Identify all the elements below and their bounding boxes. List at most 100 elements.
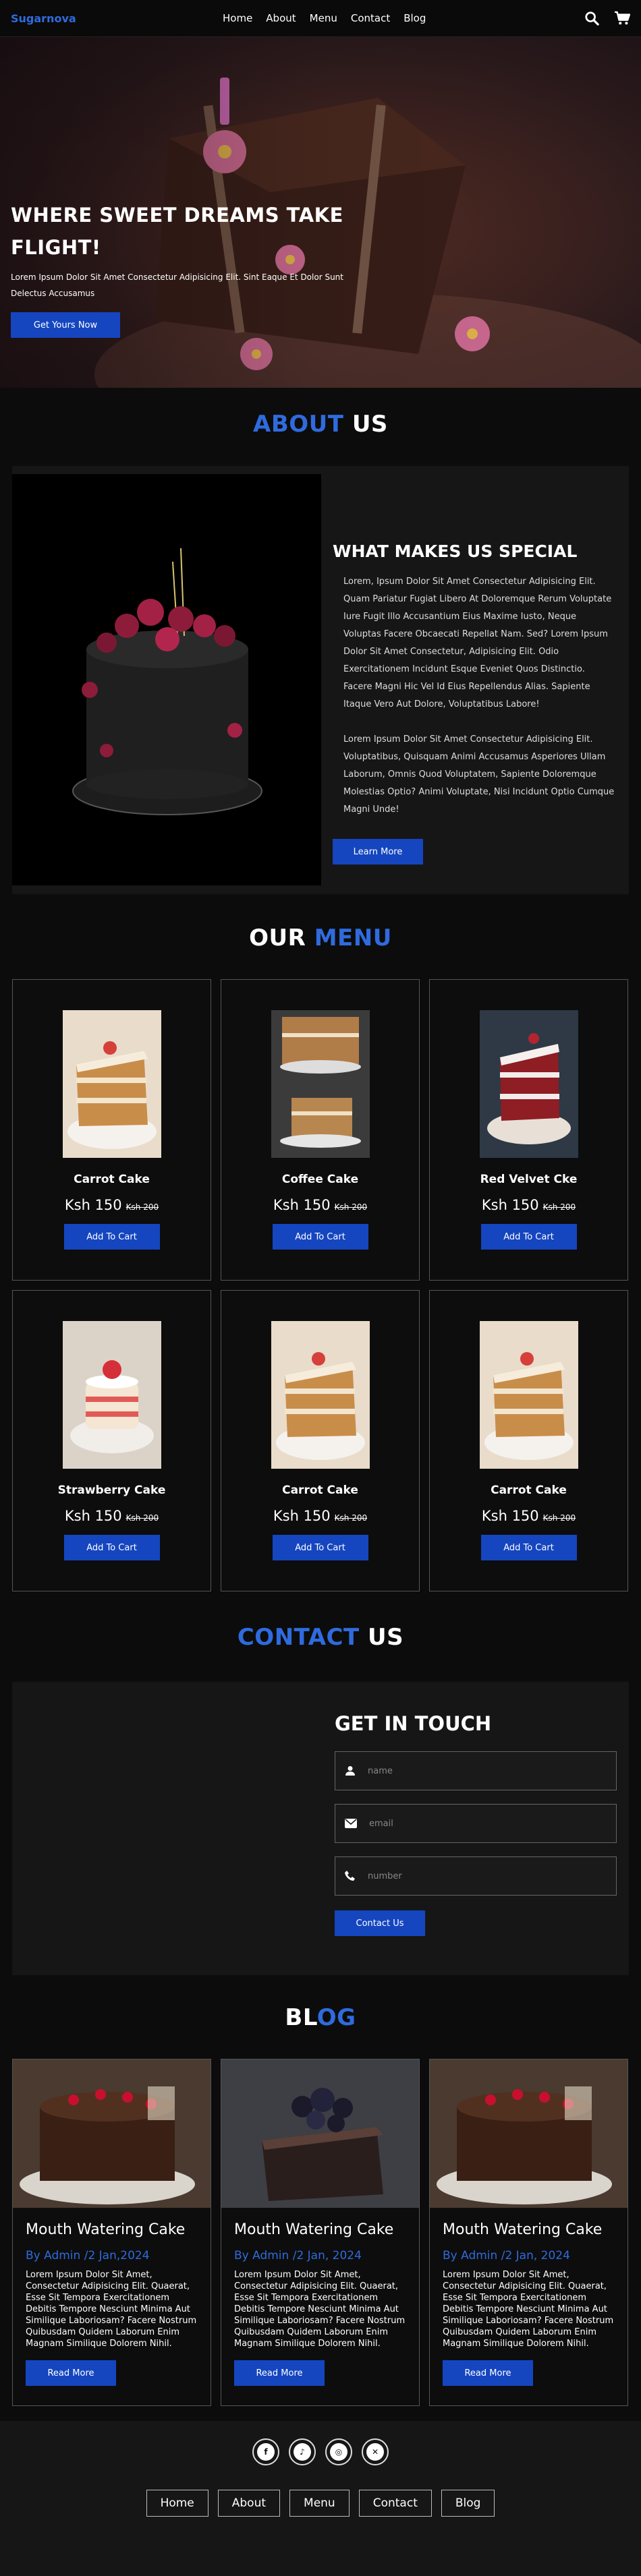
- nav-home[interactable]: Home: [223, 12, 252, 24]
- about-section: ABOUT US WHAT MAKES US SPECIAL Lorem, Ip…: [0, 388, 641, 894]
- blog-card: Mouth Watering Cake By Admin /2 Jan, 202…: [429, 2059, 628, 2406]
- product-old-price: Ksh 200: [542, 1513, 576, 1523]
- about-title: ABOUT US: [253, 411, 388, 438]
- product-name: Carrot Cake: [491, 1484, 567, 1497]
- menu-card: Carrot Cake Ksh 150 Ksh 200 Add To Cart: [429, 1290, 628, 1591]
- social-links: f ♪ ◎ ✕: [0, 2438, 641, 2465]
- email-field: [335, 1804, 617, 1843]
- hero-title: WHERE SWEET DREAMS TAKE FLIGHT!: [11, 204, 343, 259]
- menu-card: Coffee Cake Ksh 150 Ksh 200 Add To Cart: [221, 979, 420, 1281]
- product-price: Ksh 150: [481, 1508, 539, 1524]
- blog-title-text: Mouth Watering Cake: [234, 2221, 394, 2238]
- footer-nav-menu[interactable]: Menu: [289, 2490, 350, 2517]
- blog-excerpt: Lorem Ipsum Dolor Sit Amet, Consectetur …: [443, 2270, 614, 2349]
- read-more-button[interactable]: Read More: [234, 2360, 325, 2386]
- email-input[interactable]: [369, 1818, 607, 1829]
- add-to-cart-button[interactable]: Add To Cart: [480, 1224, 577, 1250]
- product-name: Carrot Cake: [74, 1173, 150, 1186]
- product-name: Strawberry Cake: [57, 1484, 166, 1497]
- contact-heading: GET IN TOUCH: [335, 1712, 492, 1735]
- about-text: WHAT MAKES US SPECIAL Lorem, Ipsum Dolor…: [321, 466, 629, 894]
- product-image: [62, 1010, 161, 1158]
- menu-grid: Carrot Cake Ksh 150 Ksh 200 Add To Cart C…: [12, 979, 629, 1591]
- product-price: Ksh 150: [64, 1508, 122, 1524]
- read-more-button[interactable]: Read More: [443, 2360, 533, 2386]
- about-cake-image: [12, 474, 321, 885]
- product-image: [479, 1010, 578, 1158]
- header-icons: [584, 11, 630, 26]
- site-footer: f ♪ ◎ ✕ Home About Menu Contact Blog: [0, 2421, 641, 2576]
- about-box: WHAT MAKES US SPECIAL Lorem, Ipsum Dolor…: [12, 466, 629, 894]
- cart-icon[interactable]: [614, 11, 630, 26]
- facebook-icon[interactable]: f: [252, 2438, 279, 2465]
- blog-section: BLOG Mouth Watering Cake By Admin /2 Jan…: [0, 1975, 641, 2406]
- about-paragraph-1: Lorem, Ipsum Dolor Sit Amet Consectetur …: [343, 577, 612, 709]
- add-to-cart-button[interactable]: Add To Cart: [272, 1535, 368, 1560]
- logo[interactable]: Sugarnova: [11, 12, 76, 25]
- blog-image: [221, 2059, 419, 2208]
- blog-image: [430, 2059, 628, 2208]
- blog-title-text: Mouth Watering Cake: [26, 2221, 186, 2238]
- hero-section: WHERE SWEET DREAMS TAKE FLIGHT! Lorem Ip…: [0, 37, 641, 388]
- instagram-icon[interactable]: ◎: [325, 2438, 352, 2465]
- number-input[interactable]: [368, 1871, 607, 1881]
- footer-nav-home[interactable]: Home: [146, 2490, 208, 2517]
- menu-card: Red Velvet Cke Ksh 150 Ksh 200 Add To Car…: [429, 979, 628, 1281]
- product-price: Ksh 150: [481, 1197, 539, 1213]
- add-to-cart-button[interactable]: Add To Cart: [272, 1224, 368, 1250]
- product-name: Coffee Cake: [281, 1173, 359, 1186]
- blog-card: Mouth Watering Cake By Admin /2 Jan, 202…: [221, 2059, 420, 2406]
- read-more-button[interactable]: Read More: [26, 2360, 116, 2386]
- product-image: [62, 1321, 161, 1469]
- product-old-price: Ksh 200: [542, 1202, 576, 1212]
- learn-more-button[interactable]: Learn More: [333, 839, 423, 865]
- search-icon[interactable]: [584, 11, 599, 26]
- product-price: Ksh 150: [273, 1508, 331, 1524]
- add-to-cart-button[interactable]: Add To Cart: [480, 1535, 577, 1560]
- nav-about[interactable]: About: [266, 12, 296, 24]
- nav-contact[interactable]: Contact: [351, 12, 390, 24]
- product-price: Ksh 150: [64, 1197, 122, 1213]
- nav-blog[interactable]: Blog: [403, 12, 426, 24]
- get-yours-now-button[interactable]: Get Yours Now: [11, 312, 120, 338]
- contact-us-button[interactable]: Contact Us: [335, 1910, 425, 1936]
- menu-section: OUR MENU Carrot Cake Ksh 150 Ksh 200 Add …: [0, 894, 641, 1591]
- blog-meta: By Admin /2 Jan, 2024: [234, 2249, 362, 2262]
- blog-meta: By Admin /2 Jan, 2024: [443, 2249, 570, 2262]
- contact-title: CONTACT US: [237, 1624, 404, 1651]
- blog-meta: By Admin /2 Jan,2024: [26, 2249, 150, 2262]
- nav-menu[interactable]: Menu: [310, 12, 337, 24]
- menu-card: Carrot Cake Ksh 150 Ksh 200 Add To Cart: [12, 979, 211, 1281]
- product-image: [479, 1321, 578, 1469]
- blog-title: BLOG: [285, 2004, 356, 2031]
- twitter-icon[interactable]: ✕: [362, 2438, 389, 2465]
- footer-nav-about[interactable]: About: [217, 2490, 281, 2517]
- footer-nav-contact[interactable]: Contact: [358, 2490, 432, 2517]
- phone-icon: [345, 1871, 355, 1881]
- footer-nav-blog[interactable]: Blog: [441, 2490, 495, 2517]
- blog-grid: Mouth Watering Cake By Admin /2 Jan,2024…: [12, 2059, 629, 2406]
- user-icon: [345, 1766, 355, 1776]
- product-old-price: Ksh 200: [126, 1202, 159, 1212]
- about-heading: WHAT MAKES US SPECIAL: [333, 541, 578, 561]
- product-image: [271, 1010, 370, 1158]
- name-input[interactable]: [368, 1765, 607, 1776]
- main-nav: Home About Menu Contact Blog: [223, 12, 426, 24]
- blog-card: Mouth Watering Cake By Admin /2 Jan,2024…: [12, 2059, 211, 2406]
- contact-section: CONTACT US GET IN TOUCH Contact Us: [0, 1591, 641, 1975]
- menu-title: OUR MENU: [249, 925, 392, 952]
- number-field: [335, 1856, 617, 1896]
- name-field: [335, 1751, 617, 1790]
- menu-card: Strawberry Cake Ksh 150 Ksh 200 Add To Ca…: [12, 1290, 211, 1591]
- add-to-cart-button[interactable]: Add To Cart: [63, 1535, 160, 1560]
- product-old-price: Ksh 200: [334, 1202, 368, 1212]
- add-to-cart-button[interactable]: Add To Cart: [63, 1224, 160, 1250]
- product-name: Red Velvet Cke: [480, 1173, 578, 1186]
- contact-form: GET IN TOUCH Contact Us: [335, 1712, 617, 1936]
- product-name: Carrot Cake: [282, 1484, 358, 1497]
- contact-box: GET IN TOUCH Contact Us: [12, 1682, 629, 1975]
- product-price: Ksh 150: [273, 1197, 331, 1213]
- tiktok-icon[interactable]: ♪: [289, 2438, 316, 2465]
- footer-nav: Home About Menu Contact Blog: [0, 2490, 641, 2517]
- blog-excerpt: Lorem Ipsum Dolor Sit Amet, Consectetur …: [234, 2270, 406, 2349]
